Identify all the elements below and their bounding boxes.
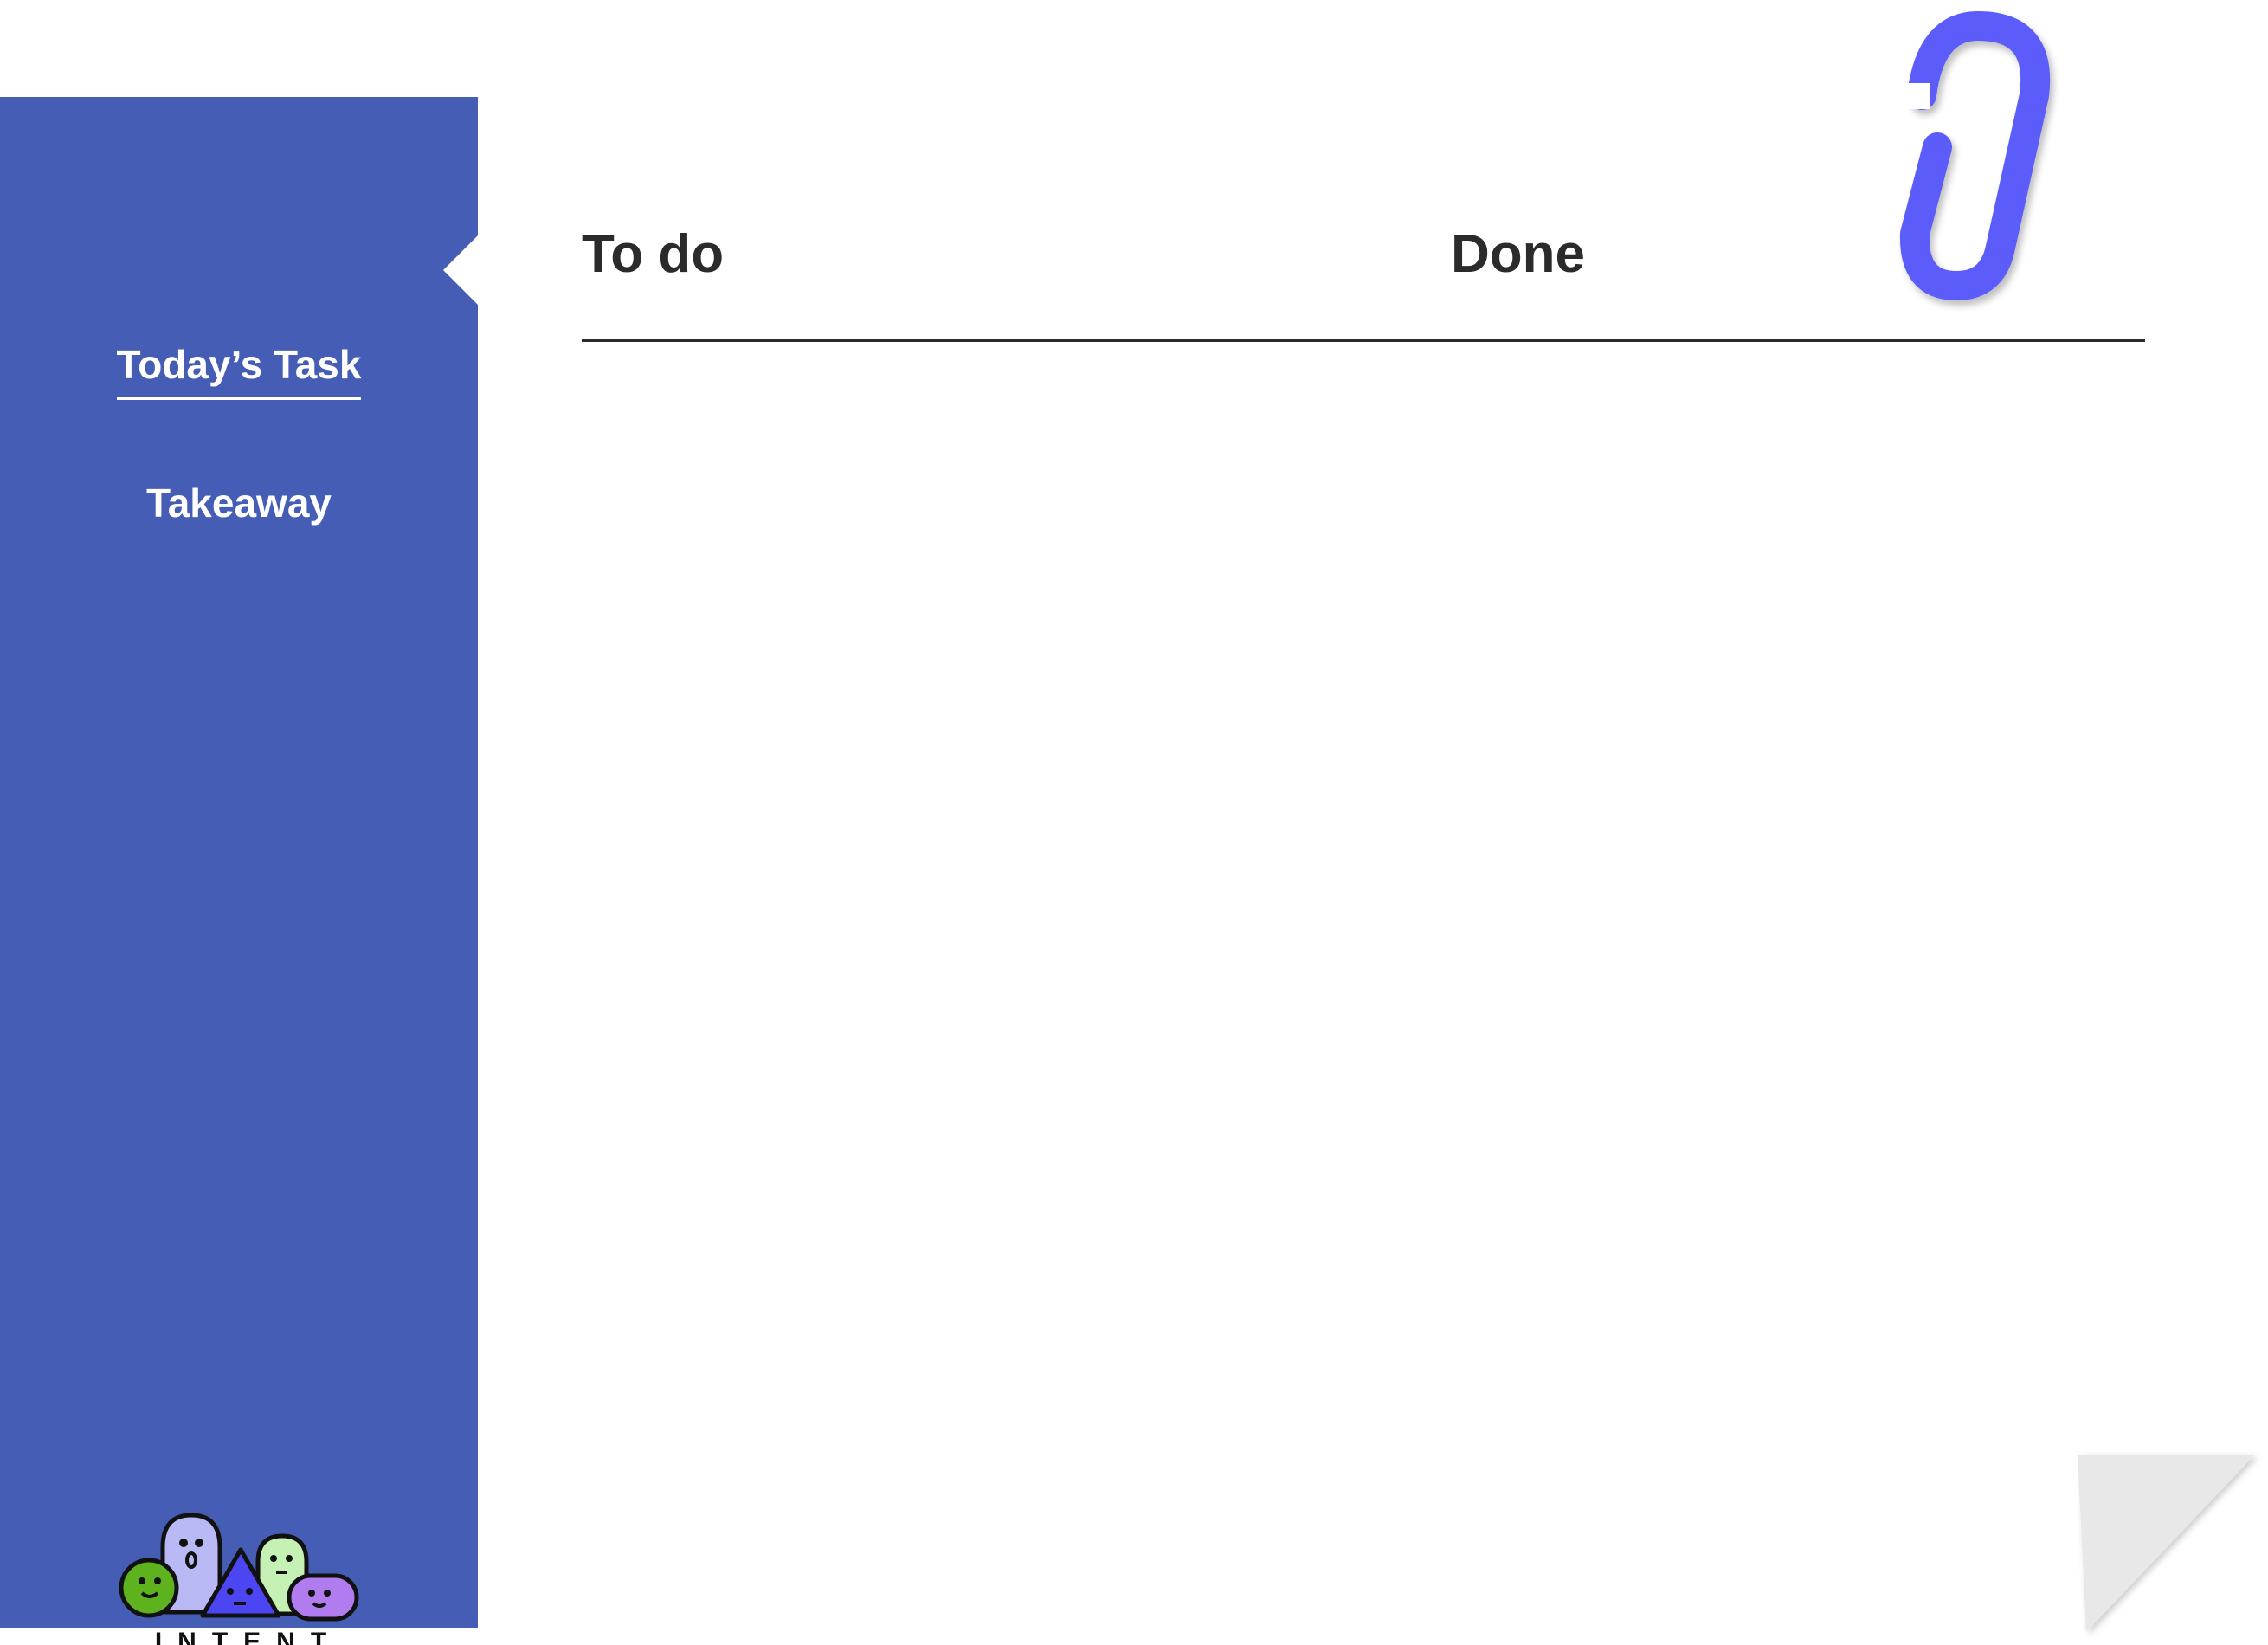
active-item-pointer: [443, 235, 478, 305]
intent-characters-icon: [119, 1513, 359, 1622]
column-header-done: Done: [1451, 224, 1585, 284]
paperclip-icon: [1896, 11, 2051, 300]
page-curl-icon: [2078, 1455, 2255, 1632]
logo-wordmark: INTENT: [154, 1628, 343, 1645]
sidebar-item-takeaway[interactable]: Takeaway: [0, 480, 478, 535]
column-header-todo: To do: [582, 224, 725, 284]
intent-logo: INTENT: [119, 1508, 362, 1645]
sidebar-item-label: Takeaway: [146, 481, 332, 526]
sidebar-item-todays-task[interactable]: Today’s Task: [0, 341, 478, 400]
header-divider: [582, 339, 2145, 342]
sidebar-item-label: Today’s Task: [116, 341, 362, 400]
sidebar: Today’s Task Takeaway INTENT: [0, 97, 478, 1645]
page: Today’s Task Takeaway INTENT To do Done: [0, 0, 2268, 1645]
